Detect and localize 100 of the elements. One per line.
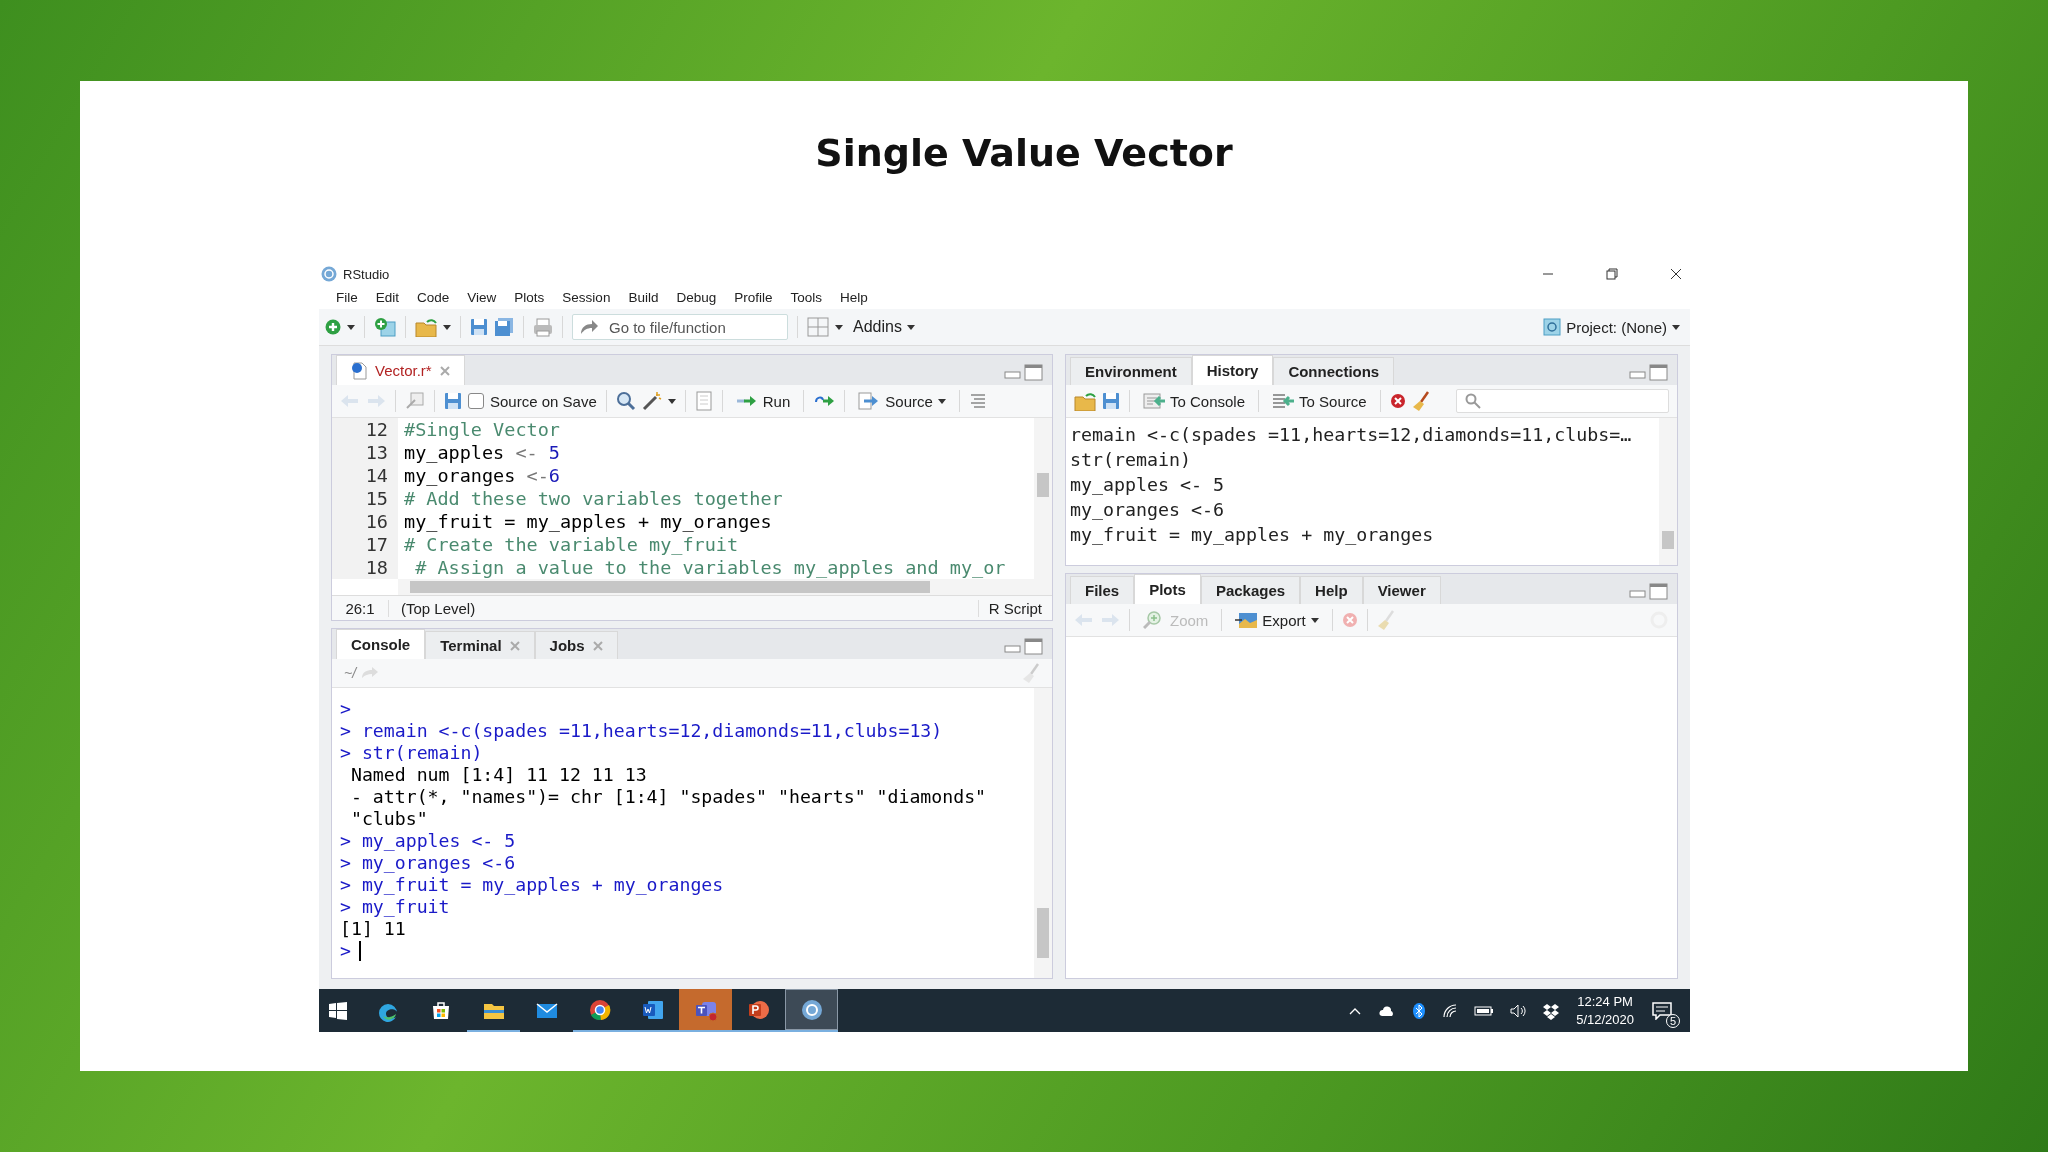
checkbox[interactable] (468, 393, 484, 409)
pane-tab[interactable]: Jobs (534, 631, 618, 659)
wand-icon[interactable] (641, 391, 662, 411)
scrollbar[interactable] (398, 579, 1052, 595)
volume-icon[interactable] (1510, 1002, 1527, 1019)
go-to-file-field[interactable]: Go to file/function (572, 314, 788, 340)
history-entry[interactable]: str(remain) (1070, 447, 1659, 472)
search-field[interactable] (1455, 389, 1669, 413)
to-console-button[interactable]: To Console (1139, 390, 1250, 412)
cursor-position: 26:1 (344, 599, 376, 617)
menu-item[interactable]: View (458, 289, 506, 305)
menu-item[interactable]: Session (553, 289, 620, 305)
source-button[interactable]: Source (854, 390, 950, 412)
pane-tab[interactable]: Help (1300, 576, 1363, 604)
source-on-save-checkbox[interactable]: Source on Save (468, 392, 597, 410)
menu-item[interactable]: File (327, 289, 367, 305)
menu-item[interactable]: Code (408, 289, 459, 305)
pane-tab[interactable]: Vector.r* (336, 355, 465, 385)
line-number: 15 (332, 487, 398, 510)
caret-icon[interactable] (443, 324, 451, 330)
menu-item[interactable]: Plots (505, 289, 554, 305)
console-line: > my_apples <- 5 (340, 830, 517, 852)
code-line: # Add these two variables together (403, 487, 783, 510)
history-entry[interactable]: my_apples <- 5 (1070, 472, 1659, 497)
clock-date[interactable]: 5/12/2020 (1576, 1010, 1634, 1029)
open-folder-icon[interactable] (1074, 391, 1096, 411)
console-line: > my_fruit (340, 896, 451, 918)
pane-tab[interactable]: Connections (1273, 357, 1395, 385)
caret-icon[interactable] (835, 324, 843, 330)
pane-tab[interactable]: History (1191, 355, 1274, 385)
pane-tab[interactable]: Viewer (1362, 576, 1441, 604)
menu-item[interactable]: Tools (781, 289, 831, 305)
save-icon[interactable] (1102, 392, 1120, 410)
caret-icon[interactable] (667, 398, 676, 404)
addins-button[interactable]: Addins (849, 316, 919, 338)
slide-title: Single Value Vector (815, 131, 1233, 175)
new-project-icon[interactable] (374, 317, 396, 337)
minimize-maximize-icon[interactable] (1629, 582, 1669, 600)
arrow-icon (579, 318, 599, 336)
scope-dropdown[interactable]: (Top Level) (388, 599, 488, 617)
line-number: 12 (332, 418, 398, 441)
minimize-maximize-icon[interactable] (1629, 363, 1669, 381)
run-button[interactable]: Run (731, 390, 795, 412)
broom-icon[interactable] (1411, 391, 1430, 411)
history-entry[interactable]: remain <-c(spades =11,hearts=12,diamonds=11,clubs=… (1070, 422, 1659, 447)
browser-icon (587, 997, 612, 1022)
close-icon[interactable] (1670, 268, 1682, 280)
menu-item[interactable]: Help (831, 289, 877, 305)
restore-icon[interactable] (1606, 268, 1618, 280)
console-line: > (340, 698, 352, 720)
scrollbar[interactable] (1659, 418, 1677, 565)
working-directory: ~/ (344, 665, 357, 681)
search-icon (1464, 393, 1481, 409)
pane-tab[interactable]: Packages (1200, 576, 1301, 604)
line-number: 17 (332, 533, 398, 556)
pane-tab[interactable]: Files (1070, 576, 1135, 604)
print-icon[interactable] (533, 317, 553, 337)
project-button[interactable]: Project: (None) (1539, 316, 1684, 338)
popout-icon[interactable] (405, 392, 425, 410)
save-all-icon[interactable] (494, 317, 514, 337)
console-line: > my_oranges <-6 (340, 852, 517, 874)
dropbox-icon[interactable] (1542, 1001, 1561, 1020)
pane-tab[interactable]: Console (336, 629, 426, 659)
pane-tab[interactable]: Terminal (425, 631, 535, 659)
outline-icon[interactable] (968, 392, 987, 410)
search-icon[interactable] (615, 391, 636, 411)
open-folder-icon[interactable] (415, 317, 437, 337)
save-icon[interactable] (444, 392, 462, 410)
caret-icon[interactable] (347, 324, 355, 330)
menu-item[interactable]: Build (619, 289, 668, 305)
pane-tab[interactable]: Environment (1070, 357, 1192, 385)
r-file-icon (351, 361, 367, 380)
taskbar-app-button[interactable] (785, 989, 838, 1032)
rerun-icon[interactable] (813, 393, 836, 409)
menu-item[interactable]: Edit (366, 289, 409, 305)
scrollbar[interactable] (1034, 418, 1052, 579)
new-file-icon[interactable] (325, 319, 341, 335)
pane-tab[interactable]: Plots (1134, 574, 1201, 604)
minimize-maximize-icon[interactable] (1004, 637, 1044, 655)
grid-icon[interactable] (807, 317, 829, 337)
menu-item[interactable]: Debug (667, 289, 726, 305)
clock-time[interactable]: 12:24 PM (1577, 992, 1633, 1011)
line-number: 18 (332, 556, 398, 579)
start-icon[interactable] (329, 1001, 347, 1020)
export-button[interactable]: Export (1231, 609, 1323, 631)
notifications-icon[interactable] (1652, 1001, 1672, 1020)
caret-icon (937, 398, 946, 404)
file-type-dropdown[interactable]: R Script (977, 599, 1052, 617)
scrollbar[interactable] (1034, 688, 1052, 978)
wifi-icon[interactable] (1442, 1002, 1459, 1019)
history-entry[interactable]: my_oranges <-6 (1070, 497, 1659, 522)
save-icon[interactable] (470, 318, 488, 336)
bluetooth-icon[interactable] (1412, 1001, 1427, 1020)
history-entry[interactable]: my_fruit = my_apples + my_oranges (1070, 522, 1659, 547)
console-line: - attr(*, "names")= chr [1:4] "spades" "hearts" "diamonds" (349, 786, 988, 808)
image-icon (1235, 611, 1258, 629)
to-source-button[interactable]: To Source (1268, 390, 1371, 412)
remove-icon[interactable] (1389, 393, 1406, 409)
minimize-maximize-icon[interactable] (1004, 363, 1044, 381)
menu-item[interactable]: Profile (725, 289, 782, 305)
